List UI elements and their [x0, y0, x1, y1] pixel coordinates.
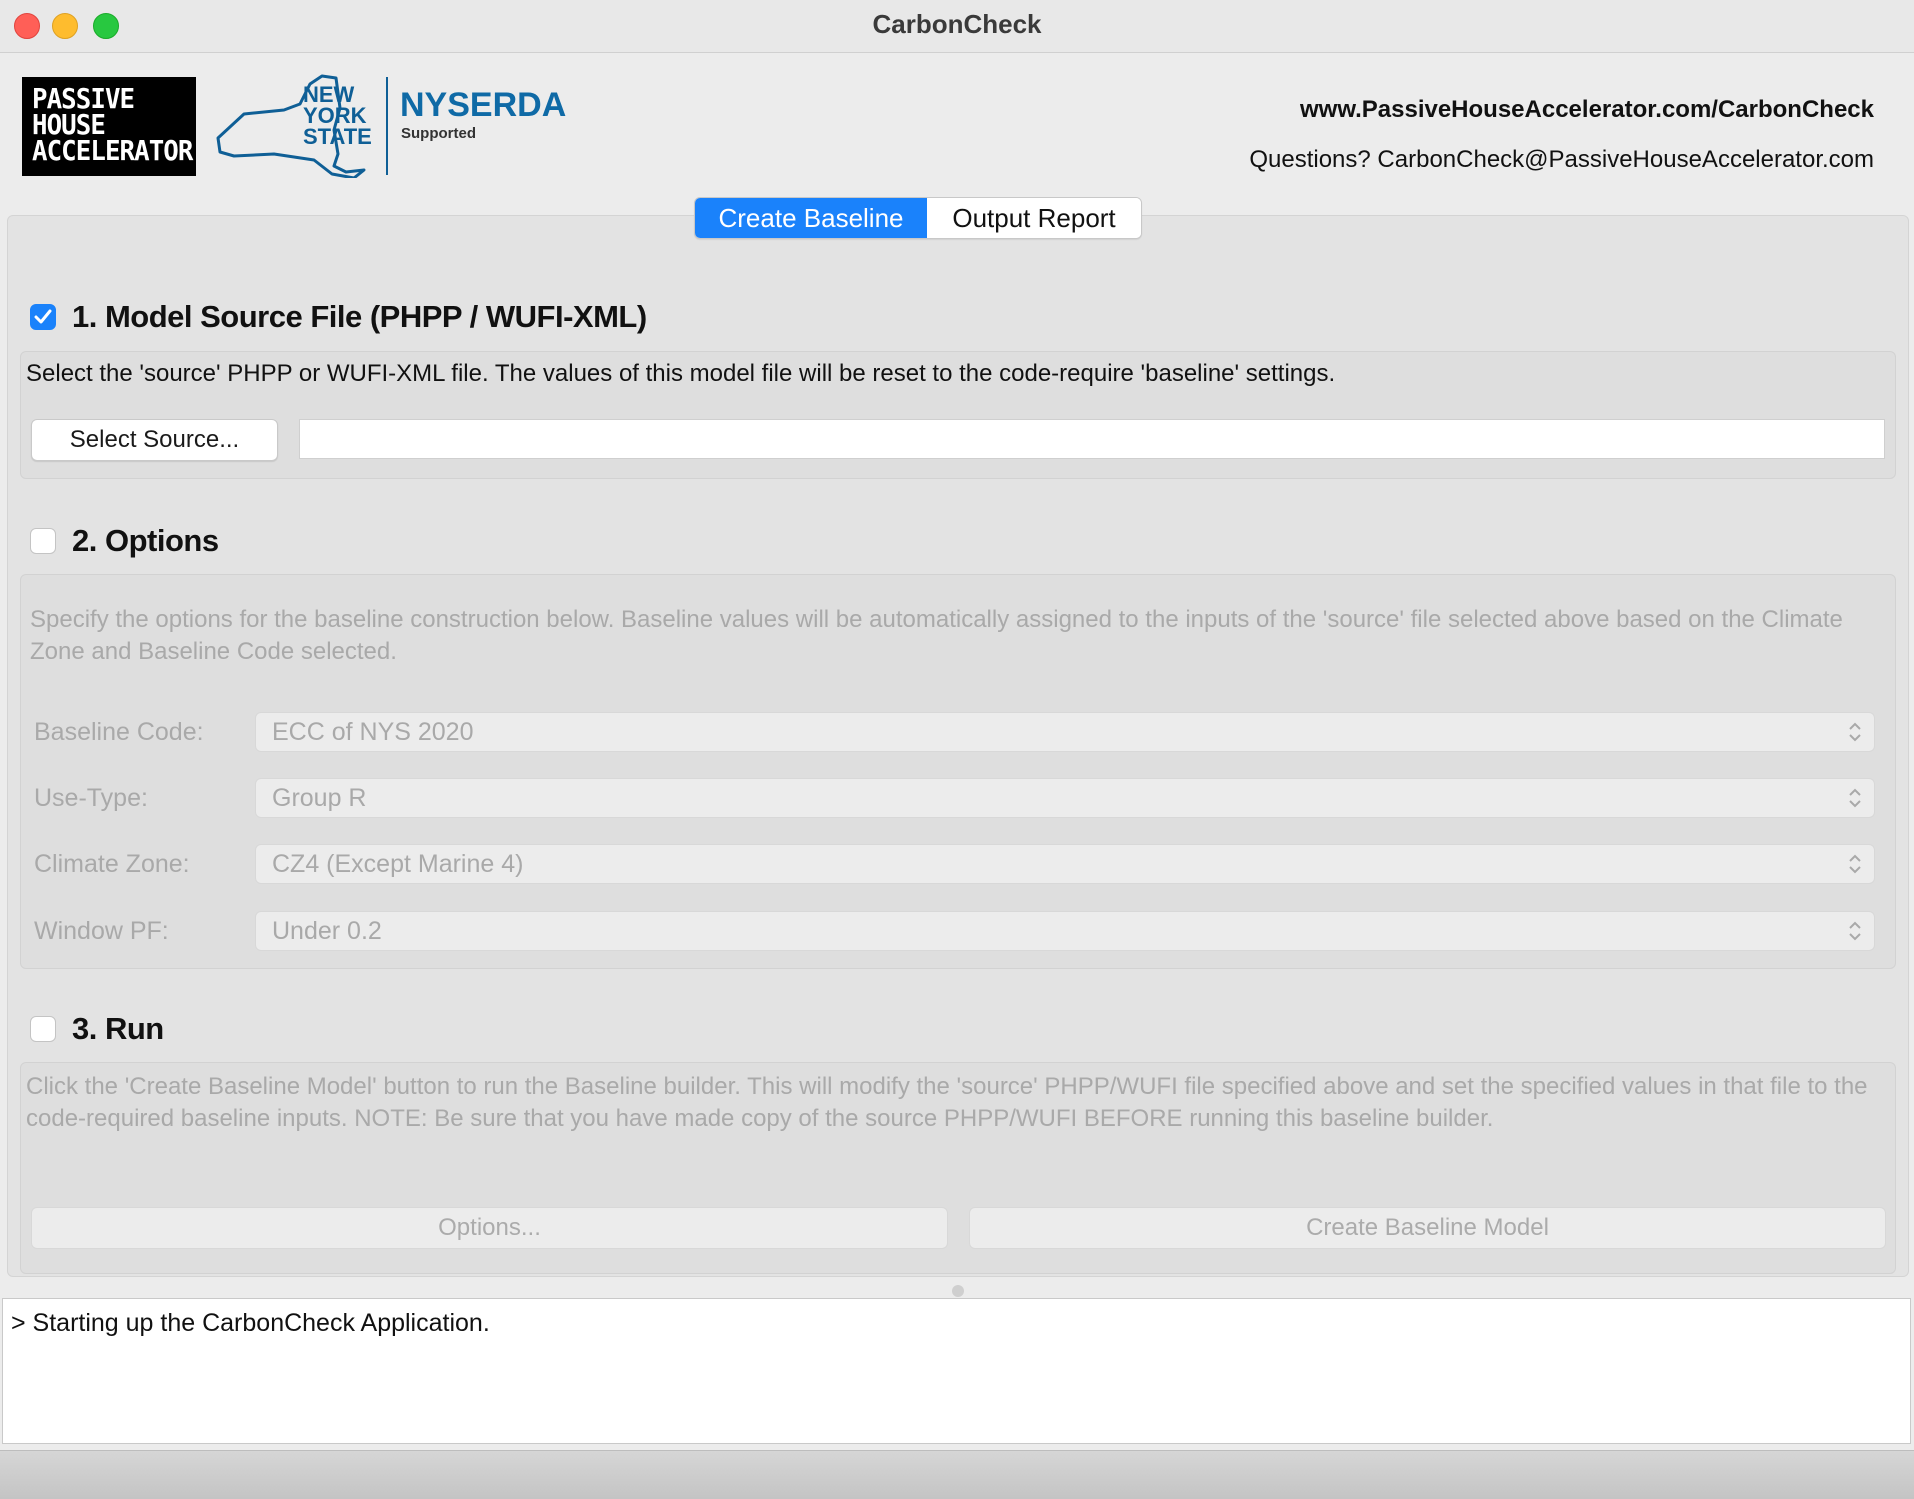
baseline-code-label: Baseline Code:	[34, 718, 204, 746]
nyserda-supported-label: Supported	[401, 125, 476, 142]
climate-zone-value: CZ4 (Except Marine 4)	[272, 850, 524, 878]
options-button[interactable]: Options...	[31, 1207, 948, 1249]
log-console[interactable]: > Starting up the CarbonCheck Applicatio…	[2, 1298, 1911, 1444]
window-title: CarbonCheck	[872, 9, 1042, 39]
use-type-select[interactable]: Group R	[255, 778, 1875, 818]
source-path-field[interactable]	[299, 419, 1885, 459]
console-line: > Starting up the CarbonCheck Applicatio…	[11, 1309, 490, 1337]
section-1-checkbox[interactable]	[30, 304, 56, 330]
logo-divider	[386, 77, 388, 175]
section-run-header: 3. Run	[30, 1011, 164, 1047]
updown-chevron-icon	[1849, 921, 1861, 941]
section-options-header: 2. Options	[30, 523, 219, 559]
section-model-source-header: 1. Model Source File (PHPP / WUFI-XML)	[30, 299, 647, 335]
contact-email[interactable]: Questions? CarbonCheck@PassiveHouseAccel…	[1249, 146, 1874, 174]
section-3-title: 3. Run	[72, 1011, 164, 1046]
website-link[interactable]: www.PassiveHouseAccelerator.com/CarbonCh…	[1300, 96, 1874, 124]
updown-chevron-icon	[1849, 722, 1861, 742]
section-1-title: 1. Model Source File (PHPP / WUFI-XML)	[72, 299, 647, 334]
baseline-code-select[interactable]: ECC of NYS 2020	[255, 712, 1875, 752]
select-source-button[interactable]: Select Source...	[31, 419, 278, 461]
passive-house-accelerator-logo: PASSIVE HOUSE ACCELERATOR	[22, 77, 196, 176]
window-pf-select[interactable]: Under 0.2	[255, 911, 1875, 951]
section-3-description: Click the 'Create Baseline Model' button…	[26, 1073, 1868, 1132]
section-2-title: 2. Options	[72, 523, 219, 558]
climate-zone-label: Climate Zone:	[34, 850, 190, 878]
window-pf-value: Under 0.2	[272, 917, 382, 945]
nyserda-logo: NYSERDA	[400, 86, 567, 124]
window-pf-label: Window PF:	[34, 917, 169, 945]
section-3-checkbox[interactable]	[30, 1016, 56, 1042]
use-type-value: Group R	[272, 784, 367, 812]
splitter-handle[interactable]	[952, 1285, 964, 1297]
new-york-state-wordmark: NEW YORK STATE	[303, 82, 372, 149]
updown-chevron-icon	[1849, 854, 1861, 874]
tab-create-baseline-model[interactable]: Create Baseline Model	[695, 198, 927, 238]
tab-output-report[interactable]: Output Report	[927, 198, 1141, 238]
create-baseline-model-button[interactable]: Create Baseline Model	[969, 1207, 1886, 1249]
climate-zone-select[interactable]: CZ4 (Except Marine 4)	[255, 844, 1875, 884]
use-type-label: Use-Type:	[34, 784, 148, 812]
status-bar	[0, 1450, 1914, 1499]
section-2-checkbox[interactable]	[30, 528, 56, 554]
tab-bar: Create Baseline Model Output Report	[694, 197, 1142, 239]
baseline-code-value: ECC of NYS 2020	[272, 718, 474, 746]
checkmark-icon	[34, 309, 52, 324]
updown-chevron-icon	[1849, 788, 1861, 808]
section-1-description: Select the 'source' PHPP or WUFI-XML fil…	[26, 360, 1336, 387]
title-bar: CarbonCheck	[0, 0, 1914, 53]
section-2-description: Specify the options for the baseline con…	[30, 606, 1843, 665]
